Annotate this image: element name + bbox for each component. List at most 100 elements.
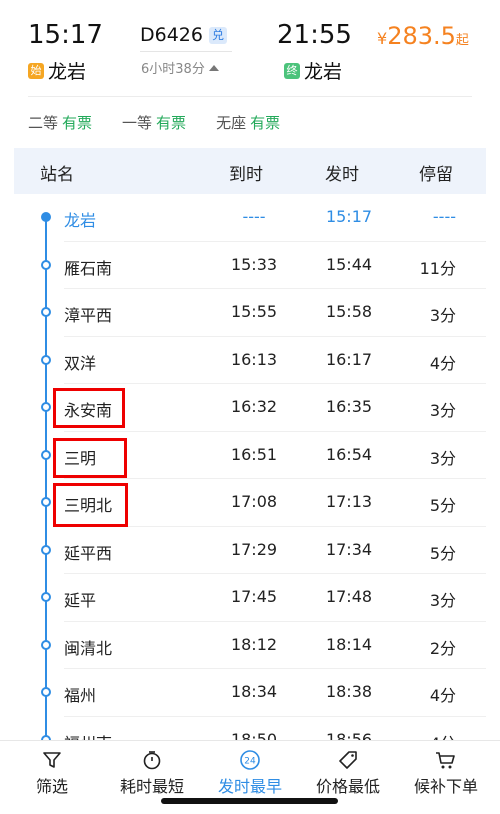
stop-arrive: 16:32 bbox=[230, 397, 278, 416]
duration-text: 6小时38分 bbox=[141, 62, 205, 77]
duration-toggle[interactable]: 6小时38分 bbox=[141, 58, 219, 77]
stop-name: 延平 bbox=[64, 591, 97, 610]
stop-duration: 3分 bbox=[429, 591, 456, 610]
seat-class-first: 一等 有票 bbox=[122, 112, 186, 133]
stop-duration: ---- bbox=[432, 207, 456, 226]
stop-arrive: 18:50 bbox=[230, 729, 278, 741]
stop-depart: 17:48 bbox=[325, 587, 373, 606]
stop-arrive: 16:13 bbox=[230, 349, 278, 369]
price-tag-icon bbox=[306, 747, 390, 773]
stop-depart: 18:56 bbox=[325, 729, 373, 741]
timer-icon bbox=[110, 747, 194, 773]
caret-up-icon bbox=[208, 64, 219, 71]
stop-duration: 11分 bbox=[419, 258, 456, 278]
stop-arrive: 17:29 bbox=[230, 539, 278, 559]
stop-table-header: 站名 到时 发时 停留 bbox=[14, 148, 486, 194]
stop-row: 雁石南 15:33 15:44 11分 bbox=[14, 242, 486, 289]
stop-depart: 16:54 bbox=[325, 444, 373, 464]
tab-lowest-price[interactable]: 价格最低 bbox=[306, 747, 390, 797]
highlight-box-sanmingbei bbox=[53, 483, 128, 527]
stop-duration: 5分 bbox=[429, 543, 456, 563]
seat-status: 有票 bbox=[250, 114, 281, 132]
stop-dot-icon bbox=[41, 354, 51, 365]
departure-station-name: 龙岩 bbox=[48, 61, 87, 83]
cart-icon bbox=[404, 747, 488, 773]
column-depart: 发时 bbox=[325, 165, 359, 185]
stop-row: 福州 18:34 18:38 4分 bbox=[14, 669, 486, 717]
origin-badge: 始 bbox=[28, 62, 44, 79]
stop-dot-icon bbox=[41, 449, 51, 460]
stop-dot-icon bbox=[41, 687, 51, 697]
stop-arrive: 17:08 bbox=[230, 492, 278, 511]
seat-availability: 二等 有票 一等 有票 无座 有票 bbox=[28, 112, 310, 133]
stop-name: 延平西 bbox=[64, 543, 113, 563]
price-value: 283.5 bbox=[387, 22, 456, 50]
tab-label: 筛选 bbox=[35, 777, 68, 796]
stop-depart: 18:38 bbox=[325, 682, 373, 701]
tab-earliest-departure[interactable]: 24 发时最早 bbox=[208, 747, 292, 797]
train-number-underline bbox=[140, 51, 232, 52]
tab-waitlist[interactable]: 候补下单 bbox=[404, 747, 488, 797]
highlight-box-yonganan bbox=[53, 388, 125, 428]
arrival-time: 21:55 bbox=[277, 20, 352, 50]
terminal-badge: 终 bbox=[284, 62, 300, 79]
stop-row: 延平 17:45 17:48 3分 bbox=[14, 574, 486, 622]
stop-arrive: ---- bbox=[242, 207, 266, 226]
stop-row: 漳平西 15:55 15:58 3分 bbox=[14, 289, 486, 337]
seat-class-standing: 无座 有票 bbox=[216, 112, 280, 133]
stop-depart: 17:34 bbox=[325, 539, 373, 559]
seat-class-label: 一等 bbox=[122, 114, 153, 132]
arrival-station: 终 龙岩 bbox=[284, 57, 342, 84]
stop-name: 龙岩 bbox=[64, 211, 97, 230]
stop-dot-icon bbox=[41, 497, 51, 507]
stop-depart: 15:44 bbox=[325, 254, 373, 274]
stop-name: 闽清北 bbox=[64, 638, 113, 658]
price-currency: ¥ bbox=[377, 29, 388, 48]
stop-arrive: 16:51 bbox=[230, 444, 278, 464]
seat-class-label: 二等 bbox=[28, 114, 59, 132]
stop-name: 双洋 bbox=[64, 353, 97, 373]
stop-duration: 2分 bbox=[429, 638, 456, 658]
stop-arrive: 17:45 bbox=[230, 587, 278, 606]
stop-name: 福州南 bbox=[64, 730, 112, 741]
tab-label: 耗时最短 bbox=[119, 777, 184, 796]
tab-label: 发时最早 bbox=[217, 777, 282, 796]
stop-duration: 4分 bbox=[429, 686, 456, 705]
train-number-text: D6426 bbox=[140, 24, 203, 46]
tab-shortest-duration[interactable]: 耗时最短 bbox=[110, 747, 194, 797]
stop-arrive: 18:12 bbox=[230, 634, 278, 654]
train-summary-header: 15:17 始 龙岩 D6426 兑 6小时38分 21:55 终 龙岩 ¥ 2… bbox=[0, 0, 500, 148]
stop-arrive: 18:34 bbox=[230, 682, 278, 701]
price-suffix: 起 bbox=[455, 33, 469, 48]
arrival-station-name: 龙岩 bbox=[304, 61, 343, 83]
stop-arrive: 15:55 bbox=[230, 302, 278, 321]
stop-row: 闽清北 18:12 18:14 2分 bbox=[14, 622, 486, 669]
stop-depart: 17:13 bbox=[325, 492, 373, 511]
stop-arrive: 15:33 bbox=[230, 254, 278, 274]
stop-dot-icon bbox=[41, 212, 51, 222]
highlight-box-sanming bbox=[53, 438, 127, 478]
tab-filter[interactable]: 筛选 bbox=[22, 747, 82, 797]
seat-status: 有票 bbox=[156, 114, 187, 132]
stop-depart: 15:17 bbox=[325, 207, 373, 226]
price: ¥ 283.5 起 bbox=[377, 22, 469, 50]
stop-dot-icon bbox=[41, 259, 51, 270]
stop-duration: 4分 bbox=[404, 730, 456, 741]
tab-label: 候补下单 bbox=[413, 777, 478, 796]
filter-icon bbox=[22, 747, 82, 773]
stop-depart: 15:58 bbox=[325, 302, 373, 321]
stop-list[interactable]: 龙岩 ---- 15:17 ---- 雁石南 15:33 15:44 11分 漳… bbox=[14, 194, 486, 740]
train-detail-page: 15:17 始 龙岩 D6426 兑 6小时38分 21:55 终 龙岩 ¥ 2… bbox=[0, 0, 500, 814]
stop-duration: 3分 bbox=[429, 306, 456, 325]
train-number[interactable]: D6426 兑 bbox=[140, 24, 227, 46]
column-station: 站名 bbox=[40, 165, 74, 185]
column-arrive: 到时 bbox=[229, 165, 263, 185]
stop-row: 双洋 16:13 16:17 4分 bbox=[14, 337, 486, 384]
seat-class-second: 二等 有票 bbox=[28, 112, 92, 133]
stop-dot-icon bbox=[41, 639, 51, 650]
home-indicator bbox=[161, 798, 338, 804]
stop-duration: 4分 bbox=[429, 353, 456, 373]
stop-depart: 18:14 bbox=[325, 634, 373, 654]
stop-dot-icon bbox=[41, 544, 51, 555]
stop-duration: 5分 bbox=[429, 496, 456, 515]
